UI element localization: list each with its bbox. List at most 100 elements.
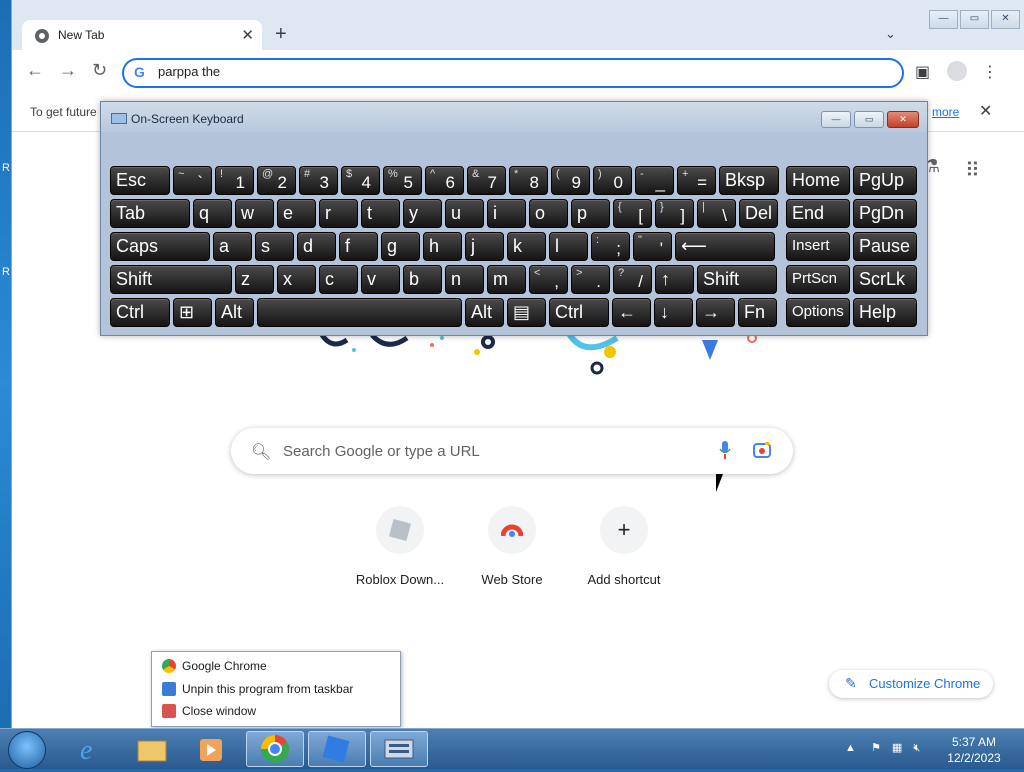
google-lens-icon[interactable] (753, 441, 771, 459)
jumplist-item-close[interactable]: Close window (162, 701, 256, 721)
key-u[interactable]: u (445, 199, 484, 228)
key-del[interactable]: Del (739, 199, 778, 228)
key-p[interactable]: p (571, 199, 610, 228)
shortcut-roblox[interactable]: Roblox Down... (350, 506, 450, 587)
key-sym3-9[interactable]: >. (571, 265, 610, 294)
key-ctrl[interactable]: Ctrl (549, 298, 609, 327)
key-3[interactable]: #3 (299, 166, 338, 195)
key-v[interactable]: v (361, 265, 400, 294)
key-alt[interactable]: Alt (465, 298, 504, 327)
key-sym1-13[interactable]: | \ (697, 199, 736, 228)
key-end[interactable]: End (786, 199, 850, 228)
key-shift[interactable]: Shift (110, 265, 232, 294)
maximize-button[interactable]: ▭ (960, 10, 989, 29)
side-panel-icon[interactable]: ▣ (915, 62, 930, 82)
voice-search-icon[interactable] (719, 441, 731, 464)
apps-grid-icon[interactable]: ⠿ (965, 158, 980, 183)
key-sym2-10[interactable]: :; (591, 232, 630, 261)
key-l[interactable]: l (549, 232, 588, 261)
key-bksp[interactable]: Bksp (719, 166, 779, 195)
forward-icon[interactable]: → (59, 60, 77, 81)
desktop-icon-fragment[interactable]: R (2, 266, 10, 278)
key-sym0-1[interactable]: ~ ` (173, 166, 212, 195)
key-pgup[interactable]: PgUp (853, 166, 917, 195)
key-x[interactable]: x (277, 265, 316, 294)
key-y[interactable]: y (403, 199, 442, 228)
close-tab-icon[interactable]: ✕ (241, 26, 254, 44)
back-icon[interactable]: ← (26, 60, 44, 81)
key-o[interactable]: o (529, 199, 568, 228)
key-z[interactable]: z (235, 265, 274, 294)
key-esc[interactable]: Esc (110, 166, 170, 195)
key-sym1-11[interactable]: {[ (613, 199, 652, 228)
key-sym3-10[interactable]: ? / (613, 265, 652, 294)
clock[interactable]: 5:37 AM 12/2/2023 (944, 734, 1004, 766)
key-alt[interactable]: Alt (215, 298, 254, 327)
shortcut-web-store[interactable]: Web Store (462, 506, 562, 587)
key-sym0-13[interactable]: + = (677, 166, 716, 195)
key-sym4-1[interactable]: ⊞ (173, 298, 212, 327)
key-space[interactable] (257, 298, 462, 327)
key-j[interactable]: j (465, 232, 504, 261)
reload-icon[interactable]: ↻ (92, 60, 107, 81)
osk-restore-button[interactable]: ▭ (854, 111, 884, 128)
tab-search-icon[interactable]: ⌄ (885, 26, 896, 42)
key-sym3-11[interactable]: ↑ (655, 265, 694, 294)
key-9[interactable]: (9 (551, 166, 590, 195)
key-sym4-5[interactable]: ▤ (507, 298, 546, 327)
desktop-icon-fragment[interactable]: R (2, 162, 10, 174)
key-tab[interactable]: Tab (110, 199, 190, 228)
key-m[interactable]: m (487, 265, 526, 294)
infobar-learn-more-link[interactable]: more (932, 105, 959, 119)
google-doodle[interactable] (292, 330, 772, 375)
key-options[interactable]: Options (786, 298, 850, 327)
tab-new-tab[interactable]: New Tab ✕ (22, 20, 262, 52)
key-sym4-7[interactable]: ← (612, 298, 651, 327)
file-explorer-taskbar-icon[interactable] (122, 731, 180, 767)
key-0[interactable]: ) 0 (593, 166, 632, 195)
osk-minimize-button[interactable]: — (821, 111, 851, 128)
media-player-taskbar-icon[interactable] (182, 731, 240, 767)
show-hidden-icons-icon[interactable]: ▲ (845, 742, 856, 754)
key-ctrl[interactable]: Ctrl (110, 298, 170, 327)
key-sym1-12[interactable]: }] (655, 199, 694, 228)
key-w[interactable]: w (235, 199, 274, 228)
key-h[interactable]: h (423, 232, 462, 261)
key-home[interactable]: Home (786, 166, 850, 195)
key-k[interactable]: k (507, 232, 546, 261)
network-icon[interactable]: ▦ (892, 742, 902, 754)
menu-icon[interactable]: ⋮ (982, 62, 998, 82)
key-sym2-11[interactable]: " ' (633, 232, 672, 261)
start-button[interactable] (8, 731, 46, 769)
key-e[interactable]: e (277, 199, 316, 228)
roblox-studio-taskbar-icon[interactable] (308, 731, 366, 767)
key-2[interactable]: @2 (257, 166, 296, 195)
key-6[interactable]: ^ 6 (425, 166, 464, 195)
key-sym2-12[interactable]: ⟵ (675, 232, 775, 261)
key-sym4-8[interactable]: ↓ (654, 298, 693, 327)
key-sym3-8[interactable]: <, (529, 265, 568, 294)
key-caps[interactable]: Caps (110, 232, 210, 261)
key-t[interactable]: t (361, 199, 400, 228)
minimize-button[interactable]: — (929, 10, 958, 29)
key-s[interactable]: s (255, 232, 294, 261)
key-b[interactable]: b (403, 265, 442, 294)
key-q[interactable]: q (193, 199, 232, 228)
key-4[interactable]: $4 (341, 166, 380, 195)
osk-close-button[interactable]: ✕ (887, 111, 919, 128)
volume-muted-icon[interactable]: 🔇︎ (913, 742, 920, 754)
profile-avatar[interactable] (947, 61, 967, 81)
key-help[interactable]: Help (853, 298, 917, 327)
jumplist-item-unpin[interactable]: Unpin this program from taskbar (162, 679, 353, 699)
key-r[interactable]: r (319, 199, 358, 228)
key-prtscn[interactable]: PrtScn (786, 265, 850, 294)
shortcut-add[interactable]: + Add shortcut (574, 506, 674, 587)
key-insert[interactable]: Insert (786, 232, 850, 261)
key-1[interactable]: ! 1 (215, 166, 254, 195)
osk-title-bar[interactable]: On-Screen Keyboard — ▭ ✕ (101, 102, 927, 132)
infobar-close-icon[interactable]: ✕ (979, 101, 992, 121)
chrome-taskbar-icon[interactable] (246, 731, 304, 767)
key-sym0-12[interactable]: - _ (635, 166, 674, 195)
key-fn[interactable]: Fn (738, 298, 777, 327)
customize-chrome-button[interactable]: ✎ Customize Chrome (829, 670, 993, 698)
